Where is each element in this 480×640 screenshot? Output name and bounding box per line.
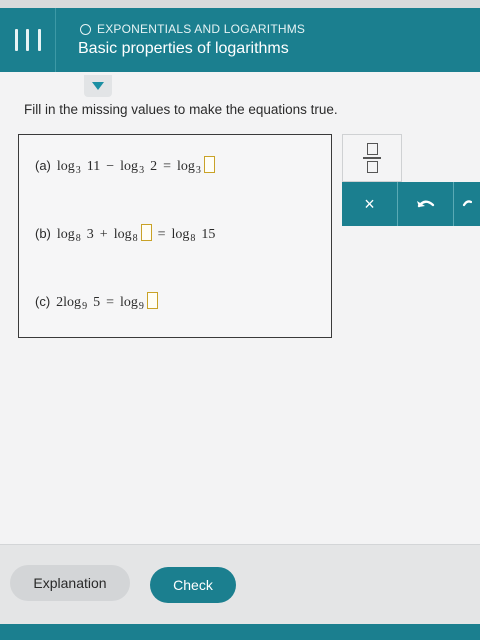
footer-bar: Explanation Check [0,544,480,624]
menu-button[interactable] [0,8,56,72]
log-term: log [119,295,138,310]
log-base: 3 [139,165,145,176]
log-base: 8 [190,233,196,244]
log-term: log [171,227,190,242]
log-argument: 2 [150,159,158,174]
log-base: 8 [132,233,138,244]
equation-a: (a) log 3 11 − log 3 2 = log 3 [35,153,215,176]
log-argument: 5 [93,295,101,310]
undo-button[interactable] [398,182,454,226]
check-button[interactable]: Check [150,567,236,603]
topic-label[interactable]: EXPONENTIALS AND LOGARITHMS [80,22,305,36]
chevron-down-icon [92,82,104,90]
log-base: 9 [82,301,88,312]
log-base: 3 [195,165,201,176]
fraction-icon [366,143,378,156]
log-term: log [56,159,75,174]
clear-button[interactable]: × [342,182,398,226]
log-argument: 11 [86,159,101,174]
log-base: 9 [138,301,144,312]
log-argument: 3 [86,227,94,242]
equals-sign: = [163,159,171,174]
equals-sign: = [157,227,166,242]
answer-input-c[interactable] [146,292,158,309]
bottom-bar [0,624,480,640]
problem-label: (c) [35,294,51,309]
topic-text: EXPONENTIALS AND LOGARITHMS [97,22,306,36]
log-term: log [176,159,195,174]
log-argument: 15 [201,227,216,242]
close-icon: × [364,193,375,214]
tool-row: × [342,182,480,226]
top-strip [0,0,480,8]
log-base: 8 [75,233,81,244]
page-title: Basic properties of logarithms [78,40,289,57]
header-bar: EXPONENTIALS AND LOGARITHMS Basic proper… [0,8,480,72]
log-term: log [63,295,82,310]
hamburger-menu-icon [14,29,41,51]
log-base: 3 [75,165,81,176]
log-term: log [120,159,139,174]
explanation-button[interactable]: Explanation [10,565,130,601]
redo-icon [462,200,472,207]
collapse-toggle[interactable] [84,75,112,97]
equation-b: (b) log 8 3 + log 8 = log 8 15 [35,221,216,244]
coefficient: 2 [56,295,64,310]
problem-label: (b) [35,226,51,241]
circle-icon [80,23,91,35]
operator: + [99,227,108,242]
fraction-button[interactable] [342,134,402,182]
main-area: Fill in the missing values to make the e… [0,72,480,544]
problem-box: (a) log 3 11 − log 3 2 = log 3 (b) log 8 3 +… [18,134,332,338]
more-tools-button[interactable] [454,182,480,226]
answer-input-b[interactable] [140,224,152,241]
undo-icon [416,200,434,208]
log-term: log [113,227,132,242]
answer-input-a[interactable] [203,156,215,173]
math-toolbar: × [342,134,480,226]
instruction-text: Fill in the missing values to make the e… [24,102,338,117]
equation-c: (c) 2 log 9 5 = log 9 [35,289,158,312]
problem-label: (a) [35,158,51,173]
operator: − [106,159,115,174]
log-term: log [56,227,75,242]
equals-sign: = [106,295,114,310]
